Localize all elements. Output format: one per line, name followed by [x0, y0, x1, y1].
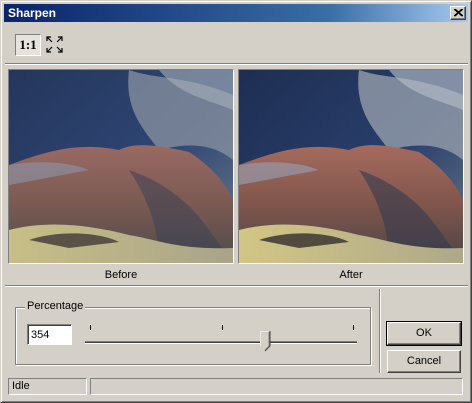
- after-preview[interactable]: [238, 69, 464, 264]
- ok-button[interactable]: OK: [386, 321, 462, 346]
- cancel-button[interactable]: Cancel: [387, 350, 461, 373]
- before-landscape-image: [9, 70, 233, 263]
- before-label: Before: [104, 269, 138, 281]
- close-button[interactable]: [450, 6, 466, 20]
- slider-tick: [90, 325, 91, 330]
- toolbar-separator: [5, 63, 468, 65]
- after-label: After: [339, 269, 363, 281]
- slider-thumb[interactable]: [259, 331, 271, 352]
- status-text: Idle: [8, 378, 87, 395]
- slider-track: [85, 341, 357, 344]
- percentage-input[interactable]: [27, 324, 72, 345]
- fit-to-window-button[interactable]: [45, 34, 65, 56]
- actual-size-button[interactable]: 1:1: [15, 34, 41, 56]
- preview-separator: [5, 285, 468, 287]
- fit-to-window-icon: [46, 36, 63, 53]
- title-bar[interactable]: Sharpen: [4, 4, 468, 22]
- after-landscape-image: [239, 70, 463, 263]
- slider-tick: [353, 325, 354, 330]
- close-icon: [454, 9, 463, 17]
- before-preview[interactable]: [8, 69, 234, 264]
- slider-tick: [222, 325, 223, 330]
- window-title: Sharpen: [8, 6, 57, 20]
- status-panel: [90, 378, 463, 395]
- percentage-slider[interactable]: [83, 319, 361, 359]
- percentage-group-label: Percentage: [25, 300, 86, 312]
- buttons-separator: [379, 289, 381, 373]
- sharpen-dialog: Sharpen 1:1 Before After Percentage 354 …: [0, 0, 472, 403]
